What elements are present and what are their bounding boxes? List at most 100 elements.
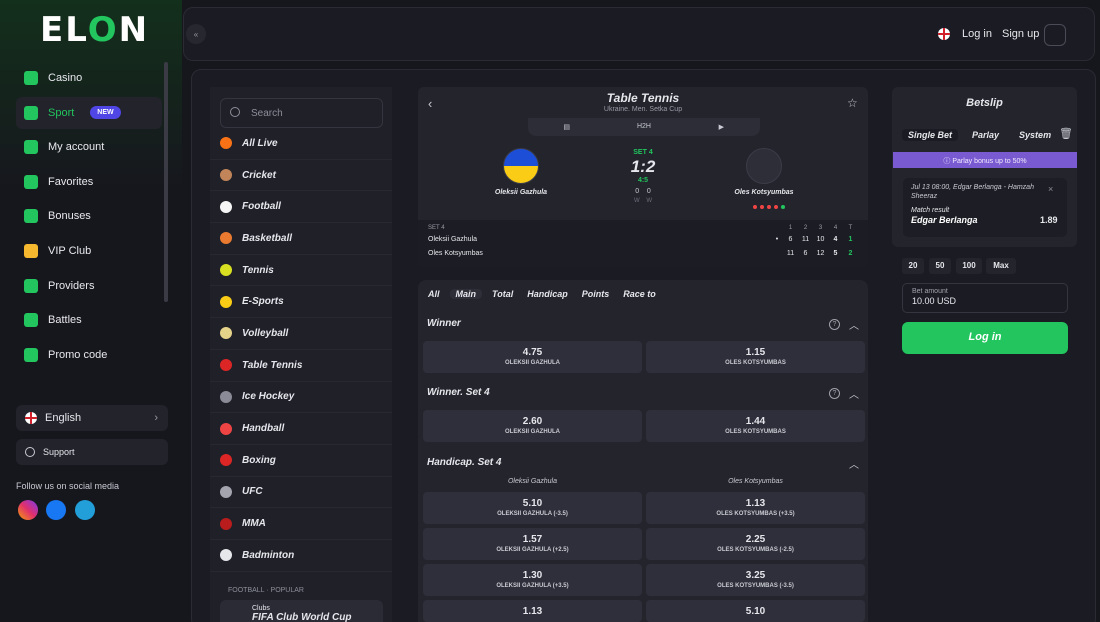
search-icon [230, 107, 240, 117]
player1-name: Oleksii Gazhula [494, 189, 548, 196]
sport-item-table-tennis[interactable]: Table Tennis [210, 350, 392, 382]
casino-icon [24, 71, 38, 85]
table-tennis-icon [220, 359, 232, 372]
facebook-icon[interactable] [46, 500, 66, 520]
odd-button[interactable]: 5.10 [646, 600, 865, 622]
nav-item-providers[interactable]: Providers [16, 270, 162, 302]
ww-row: W W [633, 198, 652, 204]
language-flag-icon[interactable] [938, 28, 950, 40]
language-selector[interactable]: English › [16, 405, 168, 431]
grid-icon [24, 278, 38, 293]
market-tab-race-to[interactable]: Race to [619, 289, 660, 299]
nav-item-my-account[interactable]: My account [16, 131, 162, 163]
tennis-ball-icon [220, 264, 232, 277]
quick-amount-20[interactable]: 20 [902, 258, 924, 274]
sidebar-scrollbar[interactable] [164, 62, 168, 302]
sport-item-volleyball[interactable]: Volleyball [210, 318, 392, 350]
support-button[interactable]: Support [16, 439, 168, 465]
tab-scoreboard[interactable]: ▤ [528, 118, 605, 136]
sport-item-ufc[interactable]: UFC [210, 477, 392, 509]
signup-link[interactable]: Sign up [1002, 28, 1039, 40]
sport-item-all-live[interactable]: All Live [210, 128, 392, 160]
brand-logo[interactable]: ELON [40, 10, 149, 50]
help-icon[interactable]: ? [829, 319, 840, 330]
odd-button[interactable]: 3.25 OLES KOTSYUMBAS (-3.5) [646, 564, 865, 596]
parlay-bonus-banner[interactable]: ⓘ Parlay bonus up to 50% [893, 152, 1077, 168]
search-input[interactable]: Search [220, 98, 383, 128]
sport-item-esports[interactable]: E-Sports [210, 286, 392, 319]
tab-video[interactable]: ▶ [683, 118, 760, 136]
market-tab-total[interactable]: Total [488, 289, 517, 299]
instagram-icon[interactable] [18, 500, 38, 520]
set-score-table: SET 4 1 2 3 4 T Oleksii Gazhula • 6 11 1… [418, 220, 868, 267]
sport-item-ice-hockey[interactable]: Ice Hockey [210, 382, 392, 414]
bet-item-odd: 1.89 [1040, 215, 1058, 225]
collapse-sidebar-button[interactable]: « [186, 24, 206, 44]
odd-button[interactable]: 2.60 OLEKSII GAZHULA [423, 410, 642, 442]
sport-item-boxing[interactable]: Boxing [210, 445, 392, 477]
betslip-login-button[interactable]: Log in [902, 322, 1068, 354]
market-tab-handicap[interactable]: Handicap [523, 289, 572, 299]
boxing-glove-icon [220, 454, 232, 467]
quick-amount-50[interactable]: 50 [929, 258, 951, 274]
help-icon[interactable]: ? [829, 388, 840, 399]
volleyball-icon [220, 327, 232, 340]
sport-item-basketball[interactable]: Basketball [210, 223, 392, 255]
sports-list: All Live Cricket Football Basketball Ten… [210, 128, 392, 572]
tab-single-bet[interactable]: Single Bet [902, 129, 959, 141]
football-icon [220, 200, 232, 213]
betslip-tabs: Single Bet Parlay System [902, 129, 1057, 141]
odd-button[interactable]: 5.10 OLEKSII GAZHULA (-3.5) [423, 492, 642, 524]
popular-tournament-card[interactable]: Clubs FIFA Club World Cup [220, 600, 383, 622]
nav-item-battles[interactable]: Battles [16, 304, 162, 336]
odd-button[interactable]: 4.75 OLEKSII GAZHULA [423, 341, 642, 373]
chevron-up-icon[interactable]: ︿ [849, 386, 859, 401]
odd-button[interactable]: 1.15 OLES KOTSYUMBAS [646, 341, 865, 373]
tab-parlay[interactable]: Parlay [966, 129, 1005, 141]
sport-item-football[interactable]: Football [210, 191, 392, 224]
sport-item-handball[interactable]: Handball [210, 413, 392, 445]
nav-item-bonuses[interactable]: Bonuses [16, 200, 162, 232]
sport-item-badminton[interactable]: Badminton [210, 540, 392, 572]
new-badge: NEW [90, 106, 121, 120]
nav-item-favorites[interactable]: Favorites [16, 166, 162, 198]
heart-icon [24, 174, 38, 189]
sport-item-mma[interactable]: MMA [210, 508, 392, 540]
market-tab-points[interactable]: Points [578, 289, 614, 299]
nav-item-sport[interactable]: Sport NEW [16, 96, 162, 129]
score-row-player2: Oles Kotsyumbas 11 6 12 5 2 [428, 250, 853, 257]
tab-h2h[interactable]: H2H [605, 118, 682, 136]
quick-amount-max[interactable]: Max [986, 258, 1016, 274]
remove-bet-close-icon[interactable]: × [1048, 184, 1053, 194]
login-link[interactable]: Log in [962, 28, 992, 40]
popular-label: FOOTBALL · POPULAR [228, 587, 304, 594]
telegram-icon[interactable] [75, 500, 95, 520]
tab-system[interactable]: System [1013, 129, 1057, 141]
nav-item-promo-code[interactable]: Promo code [16, 339, 162, 371]
market-tab-main[interactable]: Main [449, 289, 483, 299]
sport-item-tennis[interactable]: Tennis [210, 255, 392, 287]
serve-indicator: • [775, 236, 779, 243]
gamepad-icon [220, 295, 232, 308]
odd-button[interactable]: 1.57 OLEKSII GAZHULA (+2.5) [423, 528, 642, 560]
support-headset-button[interactable] [1044, 24, 1066, 46]
market-tab-all[interactable]: All [424, 289, 444, 299]
handicap-col-player1: Oleksii Gazhula [507, 478, 558, 485]
top-bar [183, 7, 1095, 61]
player1-flag-avatar [503, 148, 539, 184]
chevron-up-icon[interactable]: ︿ [849, 456, 859, 471]
nav-item-casino[interactable]: Casino [16, 62, 162, 94]
odd-button[interactable]: 1.30 OLEKSII GAZHULA (+3.5) [423, 564, 642, 596]
betslip-title: Betslip [966, 97, 1003, 109]
basketball-icon [220, 232, 232, 245]
bet-amount-field[interactable]: Bet amount 10.00 USD [902, 283, 1068, 313]
nav-item-vip-club[interactable]: VIP Club [16, 235, 162, 267]
odd-button[interactable]: 1.13 OLES KOTSYUMBAS (+3.5) [646, 492, 865, 524]
odd-button[interactable]: 2.25 OLES KOTSYUMBAS (-2.5) [646, 528, 865, 560]
quick-amount-100[interactable]: 100 [956, 258, 982, 274]
chevron-up-icon[interactable]: ︿ [849, 317, 859, 332]
odd-button[interactable]: 1.44 OLES KOTSYUMBAS [646, 410, 865, 442]
trash-icon[interactable]: 🗑 [1059, 127, 1073, 140]
sport-item-cricket[interactable]: Cricket [210, 160, 392, 192]
odd-button[interactable]: 1.13 [423, 600, 642, 622]
